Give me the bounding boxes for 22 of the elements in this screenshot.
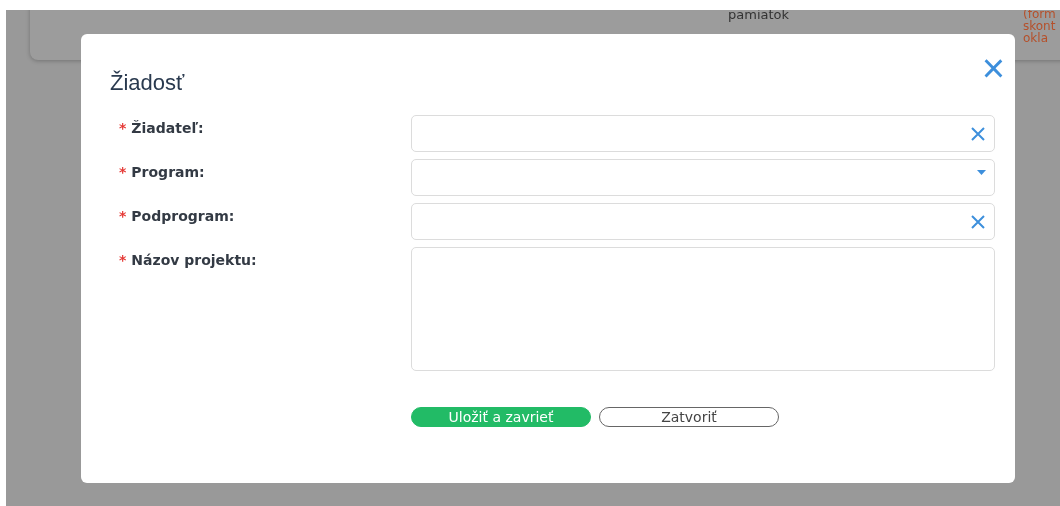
required-mark: * <box>119 207 127 226</box>
dialog-title: Žiadosť <box>110 69 185 97</box>
background-text: pamiatok <box>728 10 790 21</box>
required-mark: * <box>119 251 127 270</box>
field-label: Názov projektu: <box>131 251 257 270</box>
input-field[interactable] <box>411 115 995 152</box>
background-text: okla <box>1023 32 1048 44</box>
clear-icon[interactable] <box>970 125 986 142</box>
field-label: Podprogram: <box>131 207 235 226</box>
required-mark: * <box>119 119 127 138</box>
close-button[interactable]: × <box>977 50 1009 86</box>
dropdown-arrow-icon[interactable] <box>977 170 986 175</box>
text-area[interactable] <box>411 247 995 371</box>
field-label: Žiadateľ: <box>131 119 204 138</box>
input-field[interactable] <box>411 203 995 240</box>
clear-icon[interactable] <box>970 213 986 230</box>
dropdown[interactable] <box>411 159 995 196</box>
required-mark: * <box>119 163 127 182</box>
background-text: skont <box>1023 20 1056 32</box>
field-label: Program: <box>131 163 205 182</box>
save-close-button[interactable]: Uložiť a zavrieť <box>411 407 591 427</box>
close-dialog-button[interactable]: Zatvoriť <box>599 407 779 427</box>
